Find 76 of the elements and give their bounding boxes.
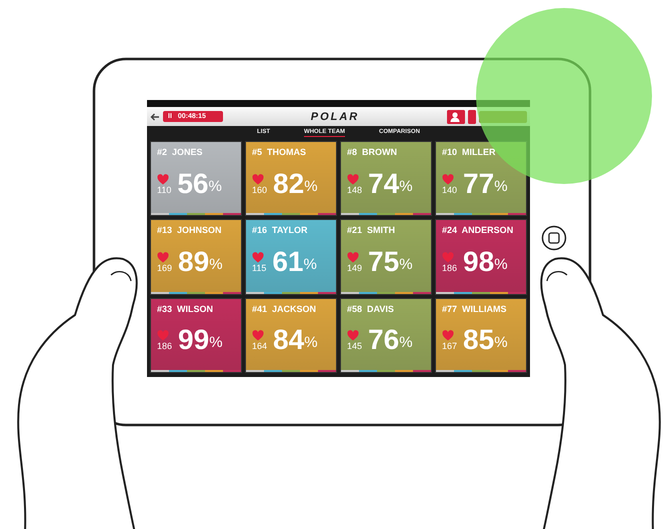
heart-icon xyxy=(442,330,454,342)
percent-value: 82 xyxy=(273,170,304,198)
percent-sign: % xyxy=(209,256,223,274)
player-name: #8 BROWN xyxy=(347,147,398,157)
percent-value: 98 xyxy=(463,248,494,276)
percent-sign: % xyxy=(399,178,413,196)
heart-rate: 160 xyxy=(252,184,268,195)
percent-value: 56 xyxy=(177,170,209,198)
percent-sign: % xyxy=(494,256,508,274)
player-name: #5 THOMAS xyxy=(252,147,308,157)
home-button-icon xyxy=(541,225,567,251)
heart-icon xyxy=(347,252,359,263)
heart-rate: 145 xyxy=(347,341,362,352)
heart-rate: 115 xyxy=(252,262,266,273)
heart-rate: 164 xyxy=(252,341,268,352)
heart-rate: 186 xyxy=(442,262,458,273)
player-tile[interactable]: #2 JONES 110 56% xyxy=(150,141,242,216)
player-name: #41 JACKSON xyxy=(252,304,318,314)
percent-value: 89 xyxy=(178,248,210,276)
player-tile[interactable]: #58 DAVIS 145 76% xyxy=(340,298,432,373)
heart-icon xyxy=(442,252,454,263)
percent-value: 74 xyxy=(368,170,400,198)
player-name: #10 MILLER xyxy=(442,147,497,157)
heart-rate: 140 xyxy=(442,184,458,195)
player-name: #77 WILLIAMS xyxy=(442,304,508,314)
percent-sign: % xyxy=(304,334,318,352)
player-tile[interactable]: #13 JOHNSON 169 89% xyxy=(150,219,242,295)
heart-rate: 148 xyxy=(347,184,362,195)
heart-rate: 149 xyxy=(347,262,362,273)
percent-value: 77 xyxy=(463,170,494,198)
logo: POLAR xyxy=(310,110,360,122)
percent-sign: % xyxy=(399,334,413,352)
percent-sign: % xyxy=(494,178,508,196)
person-add-icon[interactable] xyxy=(447,110,465,124)
heart-rate: 186 xyxy=(157,341,172,352)
player-tile[interactable]: #33 WILSON 186 99% xyxy=(150,298,242,373)
percent-sign: % xyxy=(209,334,223,352)
player-name: #2 JONES xyxy=(157,147,204,157)
toolbar-button-icon[interactable] xyxy=(468,110,476,124)
heart-icon xyxy=(252,174,264,185)
heart-icon xyxy=(252,330,264,342)
player-name: #24 ANDERSON xyxy=(442,225,514,236)
heart-icon xyxy=(157,174,169,185)
heart-icon xyxy=(442,174,454,185)
percent-value: 85 xyxy=(463,326,494,354)
percent-value: 61 xyxy=(272,248,304,276)
percent-value: 84 xyxy=(273,326,304,354)
percent-value: 75 xyxy=(368,248,400,276)
player-name: #16 TAYLOR xyxy=(252,225,309,236)
percent-sign: % xyxy=(304,178,318,196)
player-tile[interactable]: #16 TAYLOR 115 61% xyxy=(245,219,337,295)
player-tile[interactable]: #5 THOMAS 160 82% xyxy=(245,141,337,216)
percent-value: 76 xyxy=(368,326,400,354)
player-name: #58 DAVIS xyxy=(347,304,395,314)
heart-icon xyxy=(252,252,264,263)
percent-sign: % xyxy=(399,256,413,274)
player-name: #33 WILSON xyxy=(157,304,214,314)
heart-icon xyxy=(157,252,169,263)
percent-value: 99 xyxy=(178,326,210,354)
player-tile[interactable]: #41 JACKSON 164 84% xyxy=(245,298,337,373)
heart-rate: 169 xyxy=(157,262,172,273)
heart-icon xyxy=(347,330,359,342)
player-name: #21 SMITH xyxy=(347,225,396,236)
player-tile[interactable]: #24 ANDERSON 186 98% xyxy=(435,219,527,295)
player-tile[interactable]: #8 BROWN 148 74% xyxy=(340,141,432,216)
player-tile[interactable]: #77 WILLIAMS 167 85% xyxy=(435,298,527,373)
player-tile[interactable]: #21 SMITH 149 75% xyxy=(340,219,432,295)
heart-icon xyxy=(347,174,359,185)
heart-rate: 110 xyxy=(157,184,172,195)
back-arrow-icon[interactable] xyxy=(150,112,160,120)
heart-icon xyxy=(157,330,169,342)
percent-sign: % xyxy=(494,334,508,352)
player-name: #13 JOHNSON xyxy=(157,225,223,236)
percent-sign: % xyxy=(208,178,222,196)
heart-rate: 167 xyxy=(442,341,458,352)
percent-sign: % xyxy=(304,256,317,274)
